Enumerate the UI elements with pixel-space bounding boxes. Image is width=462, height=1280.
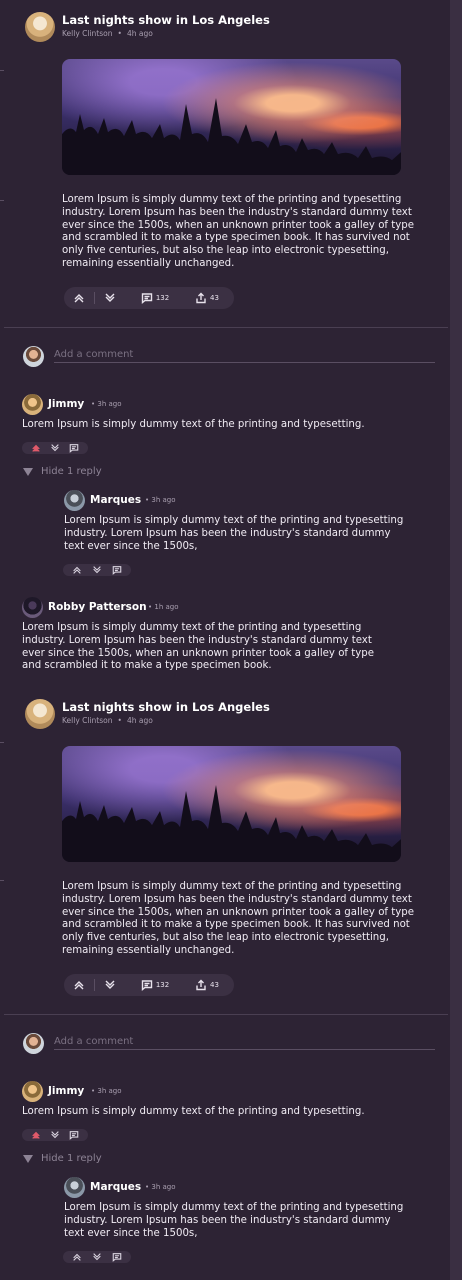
comments-button[interactable]: 132 [125, 292, 185, 304]
commenter-name[interactable]: Robby Patterson [48, 601, 147, 613]
share-icon [196, 292, 206, 304]
comment-icon [141, 293, 153, 304]
comment-time: • 1h ago [148, 603, 179, 611]
downvote-icon [105, 980, 115, 989]
upvote-icon[interactable] [31, 1130, 41, 1140]
commenter-name[interactable]: Jimmy [48, 398, 84, 410]
replier-avatar[interactable] [64, 490, 85, 511]
post-title[interactable]: Last nights show in Los Angeles [62, 700, 270, 714]
downvote-icon [105, 293, 115, 302]
commenter-avatar[interactable] [22, 1081, 43, 1102]
downvote-icon[interactable] [92, 1252, 102, 1262]
hide-replies-toggle[interactable]: Hide 1 reply [23, 1153, 102, 1164]
hide-replies-label: Hide 1 reply [41, 1153, 102, 1164]
replier-avatar[interactable] [64, 1177, 85, 1198]
current-user-avatar [23, 346, 44, 367]
comments-count: 132 [155, 981, 170, 989]
commenter-avatar[interactable] [22, 394, 43, 415]
post-meta: Kelly Clintson • 4h ago [62, 29, 153, 38]
commenter-avatar[interactable] [22, 597, 43, 618]
collapse-triangle-icon [23, 467, 33, 476]
author-name[interactable]: Kelly Clintson [62, 716, 113, 725]
collapse-triangle-icon [23, 1154, 33, 1163]
comment-input[interactable] [54, 347, 435, 363]
replier-name[interactable]: Marques [90, 1181, 141, 1193]
downvote-button[interactable] [95, 979, 125, 991]
upvote-icon[interactable] [72, 565, 82, 575]
divider-tick [0, 70, 4, 71]
reply-action-bar [63, 1251, 131, 1263]
comment-icon [141, 980, 153, 991]
post-body: Lorem Ipsum is simply dummy text of the … [62, 881, 415, 956]
comment-icon[interactable] [112, 1252, 122, 1262]
author-avatar[interactable] [25, 699, 55, 729]
divider-tick [0, 742, 4, 743]
post-divider [4, 327, 448, 328]
post-body: Lorem Ipsum is simply dummy text of the … [62, 194, 415, 269]
downvote-icon[interactable] [50, 443, 60, 453]
crowd-silhouette [62, 784, 401, 862]
reply-action-bar [63, 564, 131, 576]
divider-tick [0, 880, 4, 881]
downvote-button[interactable] [95, 292, 125, 304]
comment-text: Lorem Ipsum is simply dummy text of the … [22, 622, 375, 672]
reply-time: • 3h ago [145, 496, 176, 504]
post-time: 4h ago [126, 716, 153, 725]
comments-button[interactable]: 132 [125, 979, 185, 991]
comment-text: Lorem Ipsum is simply dummy text of the … [22, 1106, 365, 1117]
comments-count: 132 [155, 294, 170, 302]
comment-time: • 3h ago [91, 400, 122, 408]
shares-count: 43 [210, 294, 219, 302]
replier-name[interactable]: Marques [90, 494, 141, 506]
post-meta: Kelly Clintson • 4h ago [62, 716, 153, 725]
hide-replies-toggle[interactable]: Hide 1 reply [23, 466, 102, 477]
upvote-icon[interactable] [31, 443, 41, 453]
author-name[interactable]: Kelly Clintson [62, 29, 113, 38]
crowd-silhouette [62, 97, 401, 175]
comment-text: Lorem Ipsum is simply dummy text of the … [22, 419, 365, 430]
upvote-icon [74, 294, 84, 303]
commenter-name[interactable]: Jimmy [48, 1085, 84, 1097]
downvote-icon[interactable] [50, 1130, 60, 1140]
shares-count: 43 [210, 981, 219, 989]
post-divider [4, 1014, 448, 1015]
post-image[interactable] [62, 746, 401, 862]
reply-time: • 3h ago [145, 1183, 176, 1191]
reply-text: Lorem Ipsum is simply dummy text of the … [64, 515, 404, 552]
author-avatar[interactable] [25, 12, 55, 42]
upvote-button[interactable] [64, 292, 94, 304]
comment-icon[interactable] [112, 565, 122, 575]
reply-text: Lorem Ipsum is simply dummy text of the … [64, 1202, 404, 1239]
comment-time: • 3h ago [91, 1087, 122, 1095]
share-button[interactable]: 43 [185, 979, 229, 991]
post-action-bar: 132 43 [64, 974, 234, 996]
post-title[interactable]: Last nights show in Los Angeles [62, 13, 270, 27]
comment-action-bar [22, 1129, 88, 1141]
upvote-button[interactable] [64, 979, 94, 991]
scroll-track[interactable] [450, 0, 462, 1280]
post-image[interactable] [62, 59, 401, 175]
upvote-icon[interactable] [72, 1252, 82, 1262]
share-icon [196, 979, 206, 991]
divider-tick [0, 200, 4, 201]
comment-icon[interactable] [69, 443, 79, 453]
comment-action-bar [22, 442, 88, 454]
hide-replies-label: Hide 1 reply [41, 466, 102, 477]
comment-icon[interactable] [69, 1130, 79, 1140]
upvote-icon [74, 981, 84, 990]
downvote-icon[interactable] [92, 565, 102, 575]
current-user-avatar [23, 1033, 44, 1054]
post-time: 4h ago [126, 29, 153, 38]
comment-input[interactable] [54, 1034, 435, 1050]
post-action-bar: 132 43 [64, 287, 234, 309]
share-button[interactable]: 43 [185, 292, 229, 304]
